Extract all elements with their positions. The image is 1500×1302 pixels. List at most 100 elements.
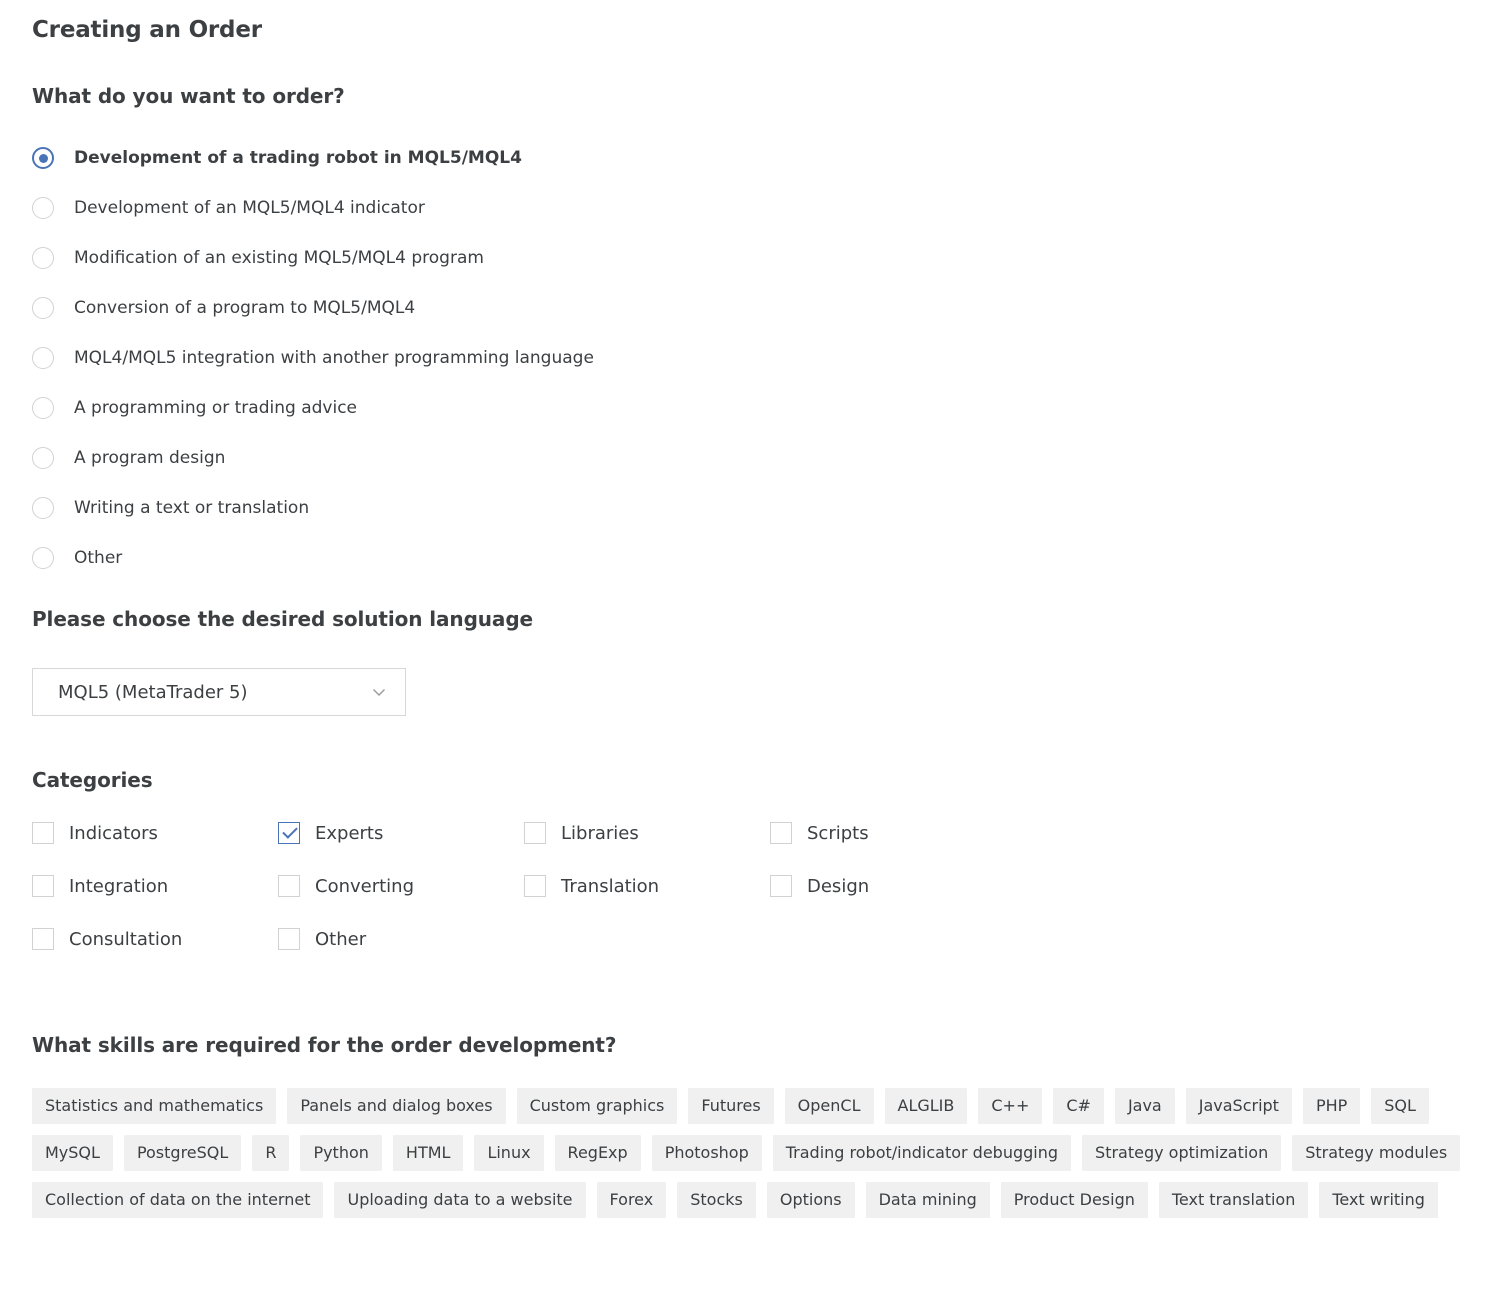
category-checkbox-item[interactable]: Experts	[278, 822, 524, 844]
solution-language-select[interactable]: MQL5 (MetaTrader 5)	[32, 668, 406, 716]
category-label: Other	[315, 928, 367, 950]
category-checkbox-item[interactable]: Consultation	[32, 928, 278, 950]
order-type-option[interactable]: Development of an MQL5/MQL4 indicator	[32, 183, 594, 233]
skill-tag[interactable]: Options	[766, 1182, 855, 1218]
category-checkbox-item[interactable]: Design	[770, 875, 1016, 897]
order-type-radio-group: Development of a trading robot in MQL5/M…	[32, 133, 594, 583]
skill-tag[interactable]: Photoshop	[651, 1135, 762, 1171]
order-type-option[interactable]: A program design	[32, 433, 594, 483]
category-checkbox-item[interactable]: Integration	[32, 875, 278, 897]
checkbox-icon[interactable]	[32, 822, 54, 844]
skill-tag[interactable]: ALGLIB	[884, 1088, 968, 1124]
skill-tag[interactable]: Futures	[688, 1088, 774, 1124]
checkbox-icon[interactable]	[524, 875, 546, 897]
skill-tag[interactable]: Trading robot/indicator debugging	[772, 1135, 1072, 1171]
order-type-option-label: Modification of an existing MQL5/MQL4 pr…	[74, 248, 484, 268]
checkbox-icon[interactable]	[32, 875, 54, 897]
category-label: Integration	[69, 875, 169, 897]
category-checkbox-item[interactable]: Indicators	[32, 822, 278, 844]
skill-tag[interactable]: Text translation	[1158, 1182, 1309, 1218]
category-checkbox-item[interactable]: Libraries	[524, 822, 770, 844]
skill-tag[interactable]: Text writing	[1319, 1182, 1438, 1218]
category-checkbox-item[interactable]: Scripts	[770, 822, 1016, 844]
category-label: Converting	[315, 875, 415, 897]
radio-button-icon[interactable]	[32, 397, 54, 419]
radio-button-icon[interactable]	[32, 247, 54, 269]
category-label: Experts	[315, 822, 384, 844]
skill-tag[interactable]: MySQL	[32, 1135, 113, 1171]
skill-tag[interactable]: Java	[1114, 1088, 1175, 1124]
order-type-option-label: Writing a text or translation	[74, 498, 310, 518]
skill-tag[interactable]: SQL	[1371, 1088, 1429, 1124]
radio-button-icon[interactable]	[32, 547, 54, 569]
categories-row: Indicators Experts Libraries Scripts	[32, 822, 1132, 875]
skill-tag[interactable]: Data mining	[865, 1182, 990, 1218]
skill-tag[interactable]: Product Design	[1000, 1182, 1148, 1218]
categories-row: Consultation Other	[32, 928, 1132, 981]
order-type-option[interactable]: Conversion of a program to MQL5/MQL4	[32, 283, 594, 333]
skill-tag[interactable]: Linux	[474, 1135, 544, 1171]
category-label: Indicators	[69, 822, 158, 844]
skill-tag[interactable]: Strategy modules	[1292, 1135, 1461, 1171]
solution-language-heading: Please choose the desired solution langu…	[32, 607, 534, 631]
order-type-option[interactable]: A programming or trading advice	[32, 383, 594, 433]
checkbox-icon[interactable]	[770, 822, 792, 844]
radio-button-icon[interactable]	[32, 297, 54, 319]
skill-tag[interactable]: C#	[1053, 1088, 1104, 1124]
order-type-option[interactable]: Writing a text or translation	[32, 483, 594, 533]
skill-tag[interactable]: Strategy optimization	[1082, 1135, 1282, 1171]
skill-tag[interactable]: Python	[300, 1135, 382, 1171]
category-checkbox-item[interactable]: Other	[278, 928, 524, 950]
checkbox-icon[interactable]	[770, 875, 792, 897]
checkbox-icon[interactable]	[278, 875, 300, 897]
skill-tag[interactable]: JavaScript	[1185, 1088, 1292, 1124]
order-type-option[interactable]: Modification of an existing MQL5/MQL4 pr…	[32, 233, 594, 283]
skill-tag[interactable]: C++	[978, 1088, 1043, 1124]
radio-button-icon[interactable]	[32, 347, 54, 369]
skill-tag[interactable]: Panels and dialog boxes	[287, 1088, 506, 1124]
skill-tag[interactable]: Custom graphics	[516, 1088, 678, 1124]
order-type-option-label: Conversion of a program to MQL5/MQL4	[74, 298, 416, 318]
checkbox-icon[interactable]	[278, 928, 300, 950]
order-type-option-label: Development of a trading robot in MQL5/M…	[74, 148, 522, 168]
skill-tag[interactable]: R	[252, 1135, 290, 1171]
skill-tag[interactable]: OpenCL	[784, 1088, 874, 1124]
skill-tag[interactable]: Collection of data on the internet	[32, 1182, 324, 1218]
skill-tag[interactable]: PostgreSQL	[123, 1135, 242, 1171]
categories-heading: Categories	[32, 768, 153, 792]
radio-button-icon[interactable]	[32, 147, 54, 169]
radio-button-icon[interactable]	[32, 197, 54, 219]
category-label: Translation	[561, 875, 660, 897]
skill-tag[interactable]: Statistics and mathematics	[32, 1088, 277, 1124]
skill-tag[interactable]: PHP	[1302, 1088, 1361, 1124]
skill-tag[interactable]: Stocks	[677, 1182, 756, 1218]
order-type-option[interactable]: Other	[32, 533, 594, 583]
order-type-option[interactable]: MQL4/MQL5 integration with another progr…	[32, 333, 594, 383]
skills-tag-list: Statistics and mathematics Panels and dia…	[32, 1088, 1472, 1218]
checkbox-icon[interactable]	[32, 928, 54, 950]
order-type-option-label: A program design	[74, 448, 226, 468]
radio-button-icon[interactable]	[32, 447, 54, 469]
order-type-option-label: Development of an MQL5/MQL4 indicator	[74, 198, 425, 218]
skill-tag[interactable]: Uploading data to a website	[334, 1182, 586, 1218]
skill-tag[interactable]: RegExp	[554, 1135, 641, 1171]
category-checkbox-item[interactable]: Converting	[278, 875, 524, 897]
checkbox-checked-icon[interactable]	[278, 822, 300, 844]
order-type-heading: What do you want to order?	[32, 84, 345, 108]
order-type-option[interactable]: Development of a trading robot in MQL5/M…	[32, 133, 594, 183]
page-title: Creating an Order	[32, 17, 262, 43]
checkbox-icon[interactable]	[524, 822, 546, 844]
order-creation-page: Creating an Order What do you want to or…	[0, 0, 1500, 1302]
category-checkbox-item[interactable]: Translation	[524, 875, 770, 897]
radio-button-icon[interactable]	[32, 497, 54, 519]
skills-heading: What skills are required for the order d…	[32, 1033, 617, 1057]
order-type-option-label: A programming or trading advice	[74, 398, 357, 418]
skill-tag[interactable]: HTML	[392, 1135, 464, 1171]
chevron-down-icon	[371, 684, 387, 700]
category-label: Libraries	[561, 822, 639, 844]
categories-checkbox-grid: Indicators Experts Libraries Scripts Integra…	[32, 822, 1132, 981]
solution-language-selected-value: MQL5 (MetaTrader 5)	[58, 681, 248, 703]
category-label: Scripts	[807, 822, 869, 844]
skill-tag[interactable]: Forex	[596, 1182, 667, 1218]
order-type-option-label: MQL4/MQL5 integration with another progr…	[74, 348, 594, 368]
